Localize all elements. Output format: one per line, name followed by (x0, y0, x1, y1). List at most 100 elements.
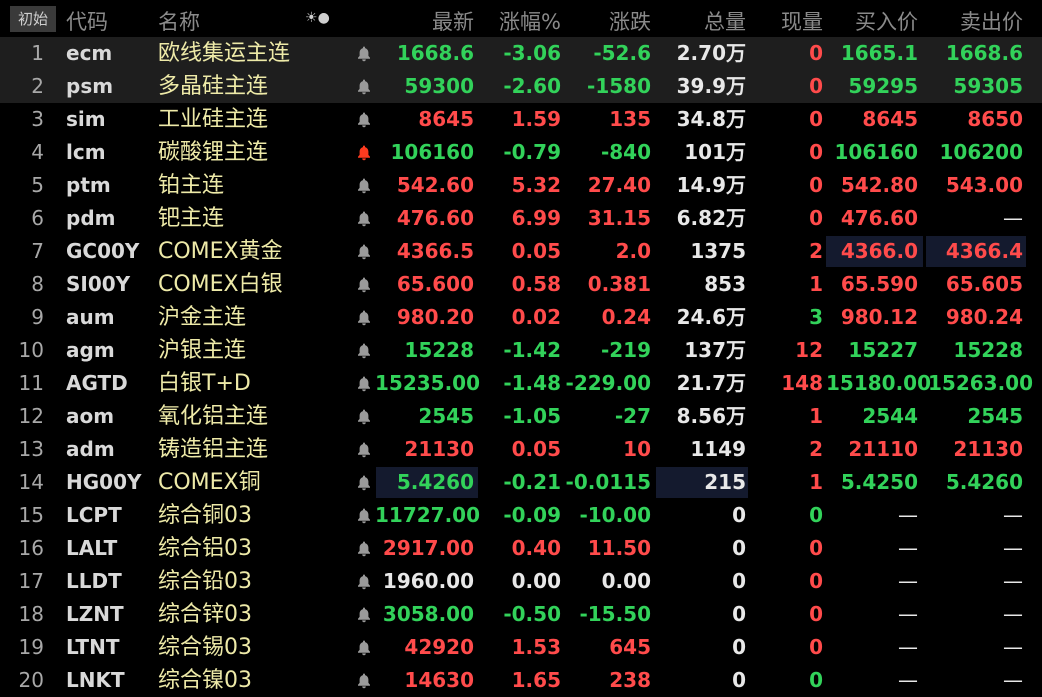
row-name: 综合锡03 (158, 635, 252, 660)
row-last: 11727.00 (375, 503, 481, 527)
bell-icon[interactable] (356, 367, 374, 400)
table-row[interactable]: 12 aom 氧化铝主连 2545 -1.05 -27 8.56万 1 2544 2545 (0, 400, 1042, 433)
table-row[interactable]: 7 GC00Y COMEX黄金 4366.5 0.05 2.0 1375 2 4366.0 436… (0, 235, 1042, 268)
table-row[interactable]: 9 aum 沪金主连 980.20 0.02 0.24 24.6万 3 980.12 980.24 (0, 301, 1042, 334)
row-change: 10 (623, 437, 651, 461)
row-volume: 6.82万 (676, 206, 746, 230)
row-code: pdm (66, 206, 116, 230)
table-row[interactable]: 6 pdm 钯主连 476.60 6.99 31.15 6.82万 0 476.60 — (0, 202, 1042, 235)
row-bid: 8645 (862, 107, 918, 131)
row-bid: — (898, 536, 918, 560)
row-volume: 14.9万 (676, 173, 746, 197)
bell-icon[interactable] (356, 103, 374, 136)
table-row[interactable]: 13 adm 铸造铝主连 21130 0.05 10 1149 2 21110 21130 (0, 433, 1042, 466)
bell-icon[interactable] (356, 70, 374, 103)
row-code: sim (66, 107, 106, 131)
bell-icon[interactable] (356, 37, 374, 70)
row-ask: — (1003, 668, 1023, 692)
bell-icon[interactable] (356, 532, 374, 565)
table-row[interactable]: 16 LALT 综合铝03 2917.00 0.40 11.50 0 0 — — (0, 532, 1042, 565)
row-last: 65.600 (396, 272, 474, 296)
header-code[interactable]: 代码 (66, 6, 108, 36)
header-pct[interactable]: 涨幅% (499, 6, 561, 36)
row-last: 542.60 (396, 173, 474, 197)
row-volume: 215 (704, 470, 746, 494)
row-ask: 5.4260 (945, 470, 1023, 494)
bell-icon[interactable] (356, 631, 374, 664)
header-last[interactable]: 最新 (432, 6, 474, 36)
row-code: ecm (66, 41, 113, 65)
bell-icon[interactable] (356, 235, 374, 268)
bell-icon[interactable] (356, 301, 374, 334)
row-change-percent: -1.05 (503, 404, 561, 428)
row-change-percent: -0.21 (503, 470, 561, 494)
row-code: GC00Y (66, 239, 140, 263)
header-name[interactable]: 名称 (158, 6, 200, 36)
row-number: 8 (31, 272, 44, 296)
dot-icon[interactable]: ● (318, 10, 330, 26)
table-row[interactable]: 2 psm 多晶硅主连 59300 -2.60 -1580 39.9万 0 59295 59305 (0, 70, 1042, 103)
table-row[interactable]: 17 LLDT 综合铅03 1960.00 0.00 0.00 0 0 — — (0, 565, 1042, 598)
table-row[interactable]: 19 LTNT 综合锡03 42920 1.53 645 0 0 — — (0, 631, 1042, 664)
bell-icon[interactable] (356, 169, 374, 202)
row-current-volume: 1 (809, 272, 823, 296)
row-change: -52.6 (593, 41, 651, 65)
bell-icon[interactable] (356, 334, 374, 367)
row-last: 5.4260 (396, 470, 474, 494)
row-change-percent: -3.06 (503, 41, 561, 65)
reset-button[interactable]: 初始 (10, 6, 56, 32)
bell-icon[interactable] (356, 466, 374, 499)
header-icons[interactable]: ☀● (305, 10, 330, 26)
bell-icon[interactable] (356, 598, 374, 631)
header-vol[interactable]: 总量 (704, 6, 746, 36)
table-row[interactable]: 18 LZNT 综合锌03 3058.00 -0.50 -15.50 0 0 — — (0, 598, 1042, 631)
bell-icon[interactable] (356, 433, 374, 466)
table-row[interactable]: 4 lcm 碳酸锂主连 106160 -0.79 -840 101万 0 106160 10620… (0, 136, 1042, 169)
header-ask[interactable]: 卖出价 (960, 6, 1023, 36)
bell-icon[interactable] (356, 400, 374, 433)
row-ask: — (1003, 503, 1023, 527)
row-number: 10 (18, 338, 44, 362)
row-bid: 4366.0 (840, 239, 918, 263)
table-row[interactable]: 10 agm 沪银主连 15228 -1.42 -219 137万 12 15227 15228 (0, 334, 1042, 367)
bell-icon[interactable] (356, 565, 374, 598)
row-name: 工业硅主连 (158, 107, 269, 132)
bell-icon[interactable] (356, 268, 374, 301)
table-row[interactable]: 5 ptm 铂主连 542.60 5.32 27.40 14.9万 0 542.80 543.00 (0, 169, 1042, 202)
table-row[interactable]: 11 AGTD 白银T+D 15235.00 -1.48 -229.00 21.7万 148 1… (0, 367, 1042, 400)
row-bid: 476.60 (840, 206, 918, 230)
table-row[interactable]: 15 LCPT 综合铜03 11727.00 -0.09 -10.00 0 0 — — (0, 499, 1042, 532)
bell-active-icon[interactable] (356, 136, 374, 169)
row-last: 3058.00 (382, 602, 474, 626)
header-bid[interactable]: 买入价 (855, 6, 918, 36)
row-name: 白银T+D (158, 371, 251, 396)
row-bid: 15180.00 (826, 371, 932, 395)
sun-icon[interactable]: ☀ (305, 10, 318, 26)
row-change-percent: 1.59 (511, 107, 561, 131)
table-row[interactable]: 8 SI00Y COMEX白银 65.600 0.58 0.381 853 1 65.590 65… (0, 268, 1042, 301)
row-change-percent: 0.02 (511, 305, 561, 329)
row-last: 4366.5 (396, 239, 474, 263)
row-change: 238 (609, 668, 651, 692)
table-row[interactable]: 1 ecm 欧线集运主连 1668.6 -3.06 -52.6 2.70万 0 1665.1 16… (0, 37, 1042, 70)
row-change-percent: 1.65 (511, 668, 561, 692)
row-change: -1580 (587, 74, 651, 98)
row-number: 20 (18, 668, 44, 692)
header-cur[interactable]: 现量 (781, 6, 823, 36)
table-row[interactable]: 20 LNKT 综合镍03 14630 1.65 238 0 0 — — (0, 664, 1042, 697)
row-bid: 980.12 (840, 305, 918, 329)
row-current-volume: 0 (809, 602, 823, 626)
row-code: LZNT (66, 602, 124, 626)
header-chg[interactable]: 涨跌 (609, 6, 651, 36)
row-volume: 1375 (690, 239, 746, 263)
row-ask: 59305 (953, 74, 1023, 98)
bell-icon[interactable] (356, 202, 374, 235)
table-row[interactable]: 14 HG00Y COMEX铜 5.4260 -0.21 -0.0115 215 1 5.425… (0, 466, 1042, 499)
bell-icon[interactable] (356, 499, 374, 532)
bell-icon[interactable] (356, 664, 374, 697)
table-row[interactable]: 3 sim 工业硅主连 8645 1.59 135 34.8万 0 8645 8650 (0, 103, 1042, 136)
row-last: 21130 (404, 437, 474, 461)
row-change-percent: 1.53 (511, 635, 561, 659)
row-last: 15228 (404, 338, 474, 362)
table-header: 初始 代码 名称 ☀● 最新 涨幅% 涨跌 总量 现量 买入价 卖出价 (0, 0, 1042, 38)
